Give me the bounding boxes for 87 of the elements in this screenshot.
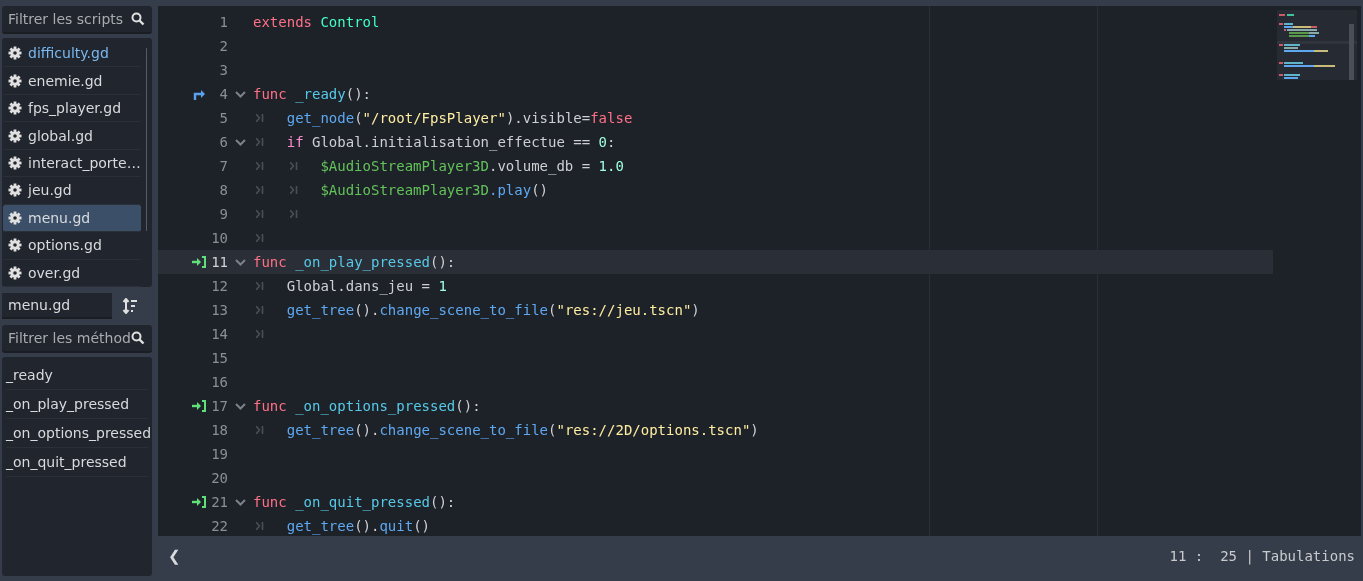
code-token: 1 <box>438 278 447 294</box>
line-number: 22 <box>210 518 228 534</box>
method-item[interactable]: _on_options_pressed <box>6 419 148 448</box>
code-token: (): <box>345 86 371 102</box>
script-item[interactable]: enemie.gd <box>3 67 141 95</box>
current-script-label: menu.gd <box>2 293 112 319</box>
code-token: (): <box>455 398 481 414</box>
line-number: 13 <box>210 302 228 318</box>
line-number: 18 <box>210 422 228 438</box>
cursor-position: 11 : 25 | Tabulations <box>1169 548 1355 564</box>
code-token: _ready <box>295 86 346 102</box>
panel-toggle-button[interactable]: ❮ <box>166 545 183 567</box>
line-number: 2 <box>218 38 228 54</box>
code-token: "/root/FpsPlayer" <box>362 110 506 126</box>
code-token: extends <box>253 14 312 30</box>
method-item[interactable]: _ready <box>6 361 148 390</box>
line-number: 20 <box>210 470 228 486</box>
code-token: ( <box>548 422 557 438</box>
code-token: func <box>253 254 287 270</box>
line-number: 10 <box>210 230 228 246</box>
code-token: () <box>413 518 430 534</box>
code-token: Global.initialisation_effectue == <box>311 134 592 150</box>
code-token: Global.dans_jeu = <box>286 278 431 294</box>
code-token: "res://2D/options.tscn" <box>556 422 751 438</box>
script-item[interactable]: options.gd <box>3 232 141 260</box>
code-token: $AudioStreamPlayer3D <box>320 158 489 174</box>
code-token: 1.0 <box>598 158 624 174</box>
script-item[interactable]: global.gd <box>3 122 141 150</box>
line-number: 1 <box>218 14 228 30</box>
line-number: 14 <box>210 326 228 342</box>
script-item[interactable]: interact_porte… <box>3 149 141 178</box>
line-number: 16 <box>210 374 228 390</box>
code-token: ( <box>354 110 363 126</box>
script-item[interactable]: menu.gd <box>3 204 141 233</box>
script-item[interactable]: difficulty.gd <box>3 40 141 68</box>
code-token: $AudioStreamPlayer3D <box>320 182 489 198</box>
script-filter-field[interactable]: Filtrer les scripts <box>2 6 152 34</box>
code-token: func <box>253 494 287 510</box>
code-token: get_tree <box>286 518 355 534</box>
script-item[interactable]: jeu.gd <box>3 177 141 205</box>
method-item[interactable]: _on_play_pressed <box>6 390 148 419</box>
code-token: quit <box>379 518 414 534</box>
line-number: 8 <box>218 182 228 198</box>
line-number: 15 <box>210 350 228 366</box>
line-number: 9 <box>218 206 228 222</box>
code-token: change_scene_to_file <box>379 422 548 438</box>
line-number: 17 <box>210 398 228 414</box>
code-token: ) <box>691 302 700 318</box>
line-number: 19 <box>210 446 228 462</box>
code-token: () <box>531 182 548 198</box>
code-token: change_scene_to_file <box>379 302 548 318</box>
code-token: _on_options_pressed <box>295 398 456 414</box>
script-item[interactable]: fps_player.gd <box>3 94 141 123</box>
line-number: 3 <box>218 62 228 78</box>
code-token: (): <box>430 254 456 270</box>
code-token: get_tree <box>286 422 355 438</box>
code-token: .play <box>489 182 532 198</box>
code-token: get_node <box>286 110 355 126</box>
code-token: 0 <box>598 134 607 150</box>
line-number: 4 <box>218 86 228 102</box>
line-number: 5 <box>218 110 228 126</box>
script-item[interactable]: over.gd <box>3 259 141 287</box>
code-token: Control <box>320 14 380 30</box>
code-token: false <box>590 110 633 126</box>
code-token: ).visible= <box>505 110 591 126</box>
code-token: ) <box>750 422 759 438</box>
line-number: 21 <box>210 494 228 510</box>
line-number: 11 <box>210 254 228 270</box>
code-token: get_tree <box>286 302 355 318</box>
code-token: (): <box>430 494 456 510</box>
code-token: (). <box>354 518 380 534</box>
method-item[interactable]: _on_quit_pressed <box>6 448 148 477</box>
code-token: .volume_db = <box>489 158 592 174</box>
code-token: func <box>253 86 287 102</box>
code-token: : <box>607 134 616 150</box>
code-token: _on_quit_pressed <box>295 494 430 510</box>
code-token: ( <box>548 302 557 318</box>
line-number: 7 <box>218 158 228 174</box>
code-token: if <box>286 134 304 150</box>
code-token: (). <box>354 302 380 318</box>
code-token: "res://jeu.tscn" <box>556 302 692 318</box>
line-number: 12 <box>210 278 228 294</box>
code-token: _on_play_pressed <box>295 254 430 270</box>
code-token: func <box>253 398 287 414</box>
line-number: 6 <box>218 134 228 150</box>
method-filter-field[interactable]: Filtrer les méthod <box>2 325 152 353</box>
code-token: (). <box>354 422 380 438</box>
